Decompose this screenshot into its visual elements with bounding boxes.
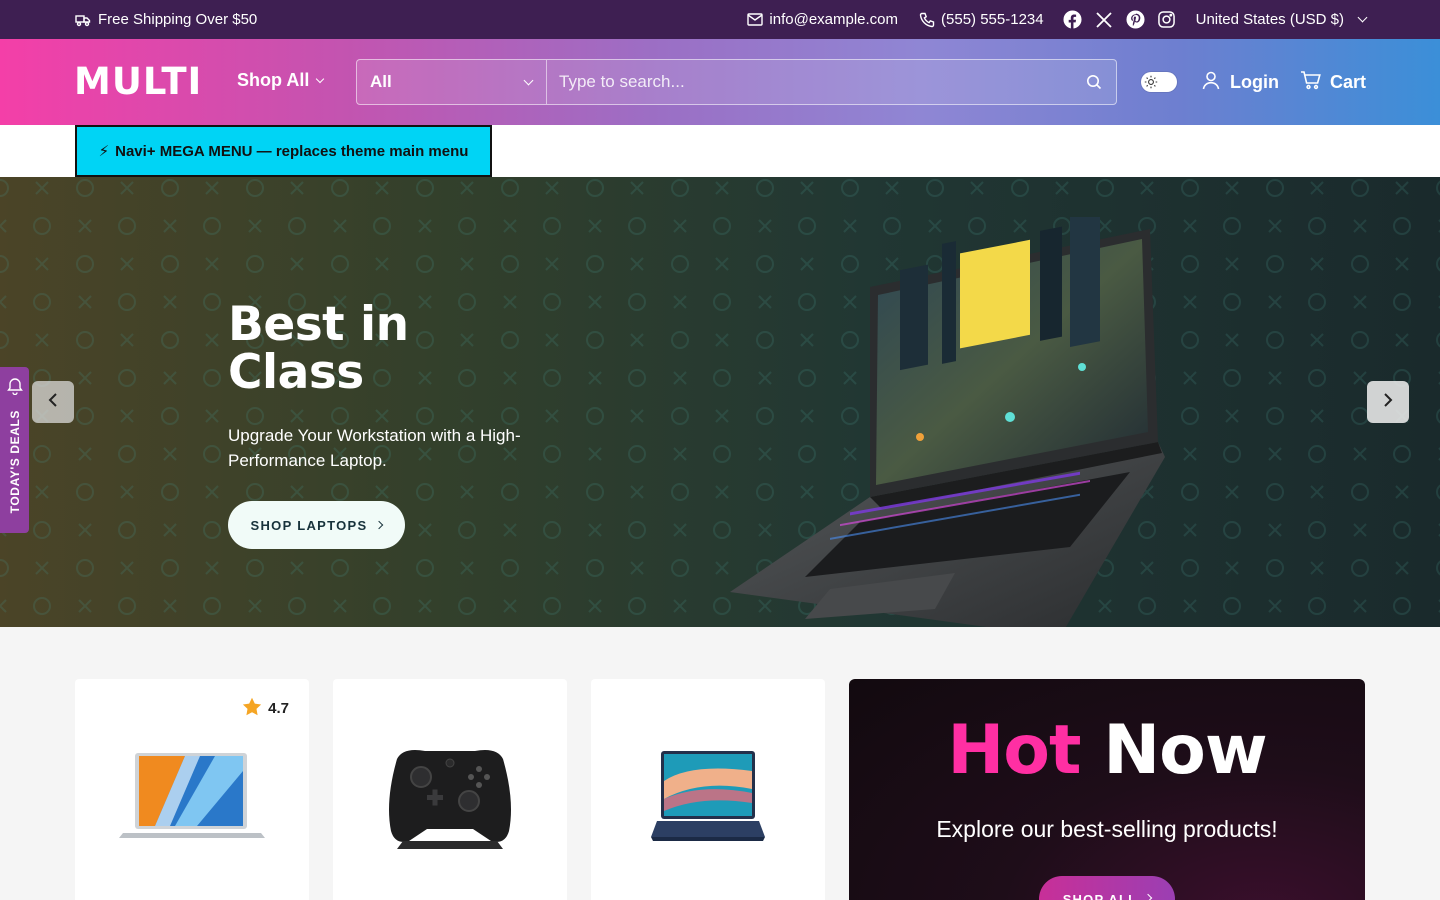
promo-title-hot: Hot <box>947 711 1081 790</box>
lightning-icon: ⚡ <box>98 143 110 160</box>
theme-toggle[interactable] <box>1141 72 1177 92</box>
shop-all-label: Shop All <box>237 70 310 90</box>
hero-slideshow: Best in Class Upgrade Your Workstation w… <box>0 177 1440 627</box>
bell-icon <box>6 377 23 400</box>
product-card[interactable] <box>591 679 825 900</box>
rating-value: 4.7 <box>268 700 289 717</box>
slide-next-button[interactable] <box>1367 381 1409 423</box>
facebook-icon[interactable] <box>1063 10 1082 29</box>
promo-subtitle: Explore our best-selling products! <box>936 816 1278 842</box>
phone-link[interactable]: (555) 555-1234 <box>919 11 1044 28</box>
cart-icon <box>1300 70 1322 95</box>
hero-title: Best in Class <box>228 301 409 397</box>
x-icon[interactable] <box>1095 11 1113 29</box>
chevron-right-icon <box>1382 392 1394 413</box>
product-card[interactable] <box>333 679 567 900</box>
promo-title: Hot Now <box>849 713 1365 789</box>
hero-title-line: Best in <box>228 297 409 352</box>
logo[interactable]: MULTI <box>74 61 202 103</box>
silver-laptop-image <box>119 753 265 838</box>
shop-all-button-label: SHOP ALL <box>1062 892 1138 900</box>
game-controller-image <box>389 750 511 849</box>
cart-label: Cart <box>1330 72 1367 92</box>
search-bar: All <box>356 59 1117 105</box>
shop-all-menu[interactable]: Shop All <box>237 70 325 91</box>
pinterest-icon[interactable] <box>1126 10 1145 29</box>
hero-subtitle: Upgrade Your Workstation with a High-Per… <box>228 426 521 470</box>
shop-laptops-button[interactable]: SHOP LAPTOPS <box>228 501 405 549</box>
mail-icon <box>747 13 764 26</box>
chevron-right-icon <box>375 520 384 530</box>
country-selector[interactable]: United States (USD $) <box>1195 11 1368 28</box>
gaming-laptop-image <box>730 217 1165 627</box>
slide-prev-button[interactable] <box>32 381 74 423</box>
truck-icon <box>75 13 91 27</box>
email-link[interactable]: info@example.com <box>747 11 898 28</box>
search-icon[interactable] <box>1072 60 1116 104</box>
sun-icon <box>1144 75 1158 89</box>
chevron-down-icon <box>1357 12 1368 23</box>
todays-deals-tab[interactable]: TODAY'S DEALS <box>0 367 29 533</box>
search-input[interactable] <box>547 60 1072 104</box>
hot-now-promo: Hot Now Explore our best-selling product… <box>849 679 1365 900</box>
phone-text: (555) 555-1234 <box>941 11 1044 28</box>
chevron-left-icon <box>47 392 59 413</box>
search-category-value: All <box>370 72 392 91</box>
product-card[interactable]: 4.7 <box>75 679 309 900</box>
promo-title-now: Now <box>1103 711 1267 790</box>
shipping-text: Free Shipping Over $50 <box>98 11 258 28</box>
star-icon <box>242 697 262 720</box>
email-text: info@example.com <box>769 11 899 28</box>
shop-all-button[interactable]: SHOP ALL <box>1039 876 1175 900</box>
user-icon <box>1201 70 1221 95</box>
site-header: MULTI Shop All All Login Cart <box>0 39 1440 125</box>
mega-menu-button[interactable]: ⚡ Navi+ MEGA MENU — replaces theme main … <box>75 125 492 177</box>
shop-laptops-label: SHOP LAPTOPS <box>250 517 368 533</box>
cart-link[interactable]: Cart <box>1300 70 1366 95</box>
main-menu-strip: ⚡ Navi+ MEGA MENU — replaces theme main … <box>0 125 1440 177</box>
hero-title-line: Class <box>228 345 364 400</box>
product-rating: 4.7 <box>242 697 289 720</box>
social-links <box>1063 10 1175 29</box>
free-shipping-notice: Free Shipping Over $50 <box>75 0 257 39</box>
phone-icon <box>919 12 935 28</box>
chevron-down-icon <box>316 74 325 83</box>
todays-deals-label: TODAY'S DEALS <box>7 410 22 514</box>
announcement-bar: Free Shipping Over $50 info@example.com … <box>0 0 1440 39</box>
mega-menu-label: Navi+ MEGA MENU — replaces theme main me… <box>115 142 469 160</box>
chevron-down-icon <box>523 75 534 85</box>
instagram-icon[interactable] <box>1157 11 1175 28</box>
chevron-right-icon <box>1144 893 1153 900</box>
login-label: Login <box>1230 72 1279 92</box>
login-link[interactable]: Login <box>1201 70 1279 95</box>
country-text: United States (USD $) <box>1195 11 1344 28</box>
search-category-select[interactable]: All <box>357 60 547 104</box>
blue-laptop-image <box>651 751 765 841</box>
